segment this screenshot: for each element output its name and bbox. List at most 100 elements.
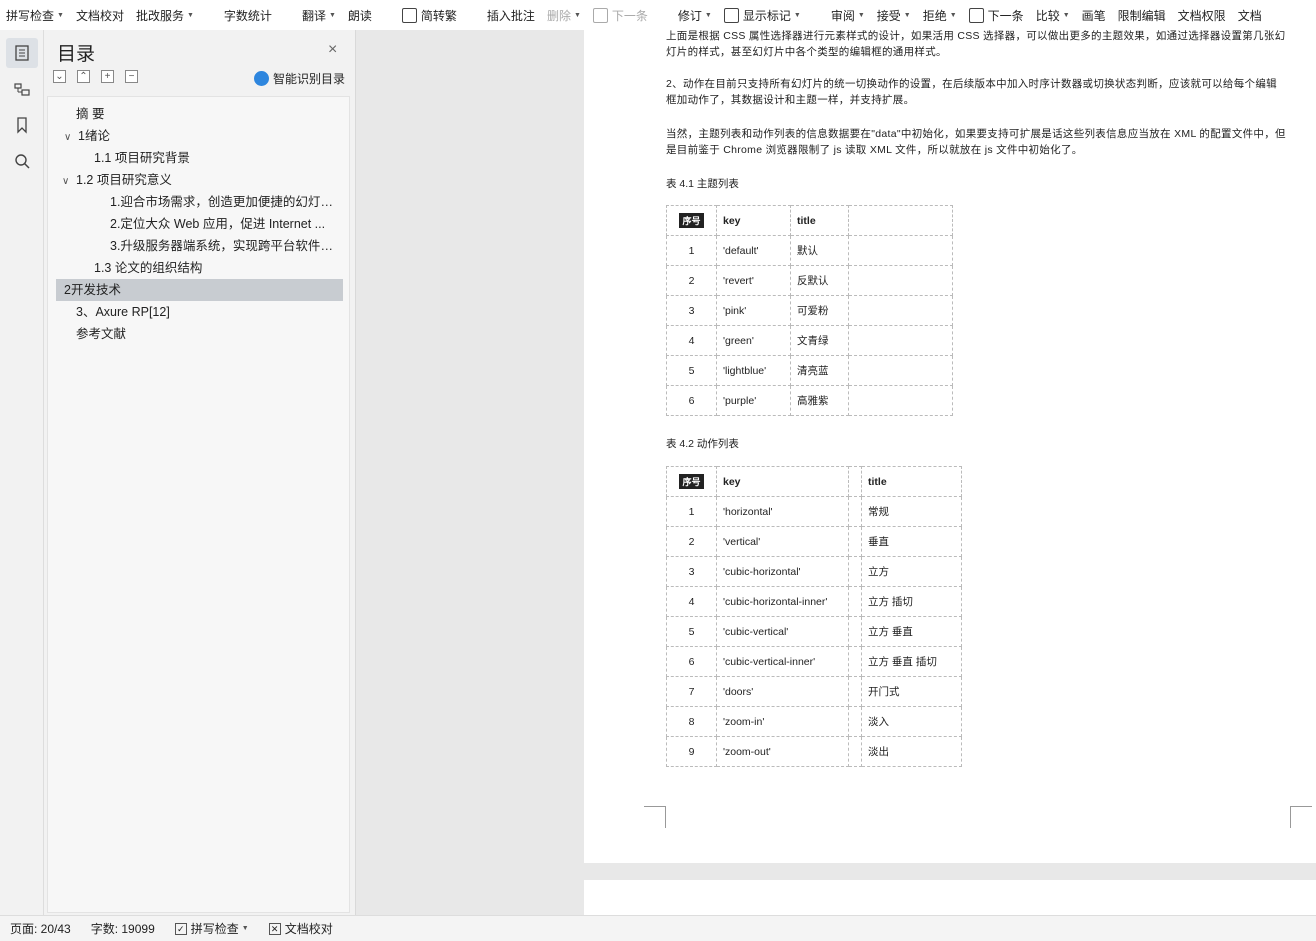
toolbar-button[interactable]: 拼写检查 ▼	[0, 2, 70, 28]
page-corner-mark	[644, 806, 666, 828]
toolbar-button-label: 审阅	[830, 8, 855, 23]
toolbar-button-label: 下一条	[611, 8, 648, 23]
toolbar-button[interactable]: 下一条	[587, 2, 654, 28]
toolbar-button[interactable]: 画笔	[1076, 2, 1112, 28]
toc-item-label: 1.迎合市场需求，创造更加便捷的幻灯片 ...	[110, 195, 343, 209]
toolbar-button[interactable]: 字数统计	[218, 2, 278, 28]
paragraph: 上面是根据 CSS 属性选择器进行元素样式的设计，如果活用 CSS 选择器，可以…	[666, 30, 1286, 58]
toolbar-button-label: 修订	[677, 8, 702, 23]
chapter-nav-button[interactable]	[6, 74, 38, 104]
toolbar-button-label: 下一条	[987, 8, 1024, 23]
toolbar-button[interactable]: 显示标记 ▼	[718, 2, 807, 28]
toolbar-button-label: 文档校对	[75, 8, 124, 23]
smart-toc-label: 智能识别目录	[273, 72, 346, 86]
toc-item[interactable]: 2开发技术	[56, 279, 343, 301]
table-cell: 5	[666, 355, 717, 386]
toc-controls: ⌄ ⌃ + −	[53, 70, 138, 83]
expand-all-button[interactable]: ⌃	[77, 70, 90, 83]
chevron-down-icon[interactable]: ∨	[62, 171, 76, 191]
toc-item[interactable]: 3.升级服务器端系统，实现跨平台软件版 ...	[56, 235, 343, 257]
toc-item[interactable]: 1.3 论文的组织结构	[56, 257, 343, 279]
toolbar-button[interactable]: 文档权限	[1172, 2, 1232, 28]
smart-toc-button[interactable]: 智能识别目录	[254, 70, 345, 87]
table-cell: title	[790, 205, 849, 236]
ai-icon	[254, 71, 269, 86]
toolbar-button[interactable]: 插入批注	[481, 2, 541, 28]
toc-item-label: 参考文献	[76, 327, 127, 341]
nav-rail	[0, 30, 44, 915]
table-cell: 高雅紫	[790, 385, 849, 416]
remove-heading-button[interactable]: −	[125, 70, 138, 83]
table-cell: 'green'	[716, 325, 791, 356]
toc-item-label: 3、Axure RP[12]	[76, 305, 170, 319]
toolbar-button[interactable]: 审阅 ▼	[825, 2, 871, 28]
bookmark-button[interactable]	[6, 110, 38, 140]
word-count[interactable]: 字数: 19099	[81, 920, 165, 937]
toc-panel-button[interactable]	[6, 38, 38, 68]
table-row: 3'pink' 可爱粉	[666, 295, 953, 326]
toc-item[interactable]: 2.定位大众 Web 应用，促进 Internet ...	[56, 213, 343, 235]
table-cell: 2	[666, 526, 717, 557]
chevron-down-icon: ▼	[857, 11, 865, 19]
toc-item[interactable]: 参考文献	[56, 323, 343, 345]
table-cell: key	[716, 466, 849, 497]
table-cell: 'revert'	[716, 265, 791, 296]
toc-item[interactable]: 1.迎合市场需求，创造更加便捷的幻灯片 ...	[56, 191, 343, 213]
toolbar-icon	[401, 7, 417, 23]
proofread-status[interactable]: ✕ 文档校对	[259, 920, 343, 937]
toc-item[interactable]: 1.1 项目研究背景	[56, 147, 343, 169]
toolbar-button-label: 画笔	[1081, 8, 1106, 23]
table-cell	[848, 526, 862, 557]
paragraph: 2、动作在目前只支持所有幻灯片的统一切换动作的设置，在后续版本中加入时序计数器或…	[666, 78, 1277, 106]
toolbar-button[interactable]: 批改服务 ▼	[130, 2, 200, 28]
table-cell: 'cubic-vertical-inner'	[716, 646, 849, 677]
table-cell: 'cubic-horizontal'	[716, 556, 849, 587]
next-page[interactable]	[584, 880, 1316, 915]
search-button[interactable]	[6, 146, 38, 176]
add-heading-button[interactable]: +	[101, 70, 114, 83]
toc-item-label: 2开发技术	[64, 283, 121, 297]
toc-item-label: 摘 要	[76, 107, 105, 121]
toolbar-button[interactable]: 删除 ▼	[541, 2, 587, 28]
toolbar-button[interactable]: 文档	[1232, 2, 1268, 28]
toc-item[interactable]: ∨ 1.2 项目研究意义	[56, 169, 343, 191]
index-header-badge: 序号	[679, 474, 704, 489]
document-page[interactable]: 上面是根据 CSS 属性选择器进行元素样式的设计，如果活用 CSS 选择器，可以…	[584, 30, 1316, 863]
collapse-all-button[interactable]: ⌄	[53, 70, 66, 83]
spell-check-status[interactable]: ✓ 拼写检查 ▼	[165, 920, 259, 937]
toolbar-button[interactable]: 接受 ▼	[871, 2, 917, 28]
toolbar-button[interactable]: 修订 ▼	[672, 2, 718, 28]
chevron-down-icon: ▼	[704, 11, 712, 19]
toolbar-button[interactable]: 朗读	[342, 2, 378, 28]
toolbar-icon	[968, 7, 984, 23]
table-cell	[848, 265, 953, 296]
toc-item[interactable]: 3、Axure RP[12]	[56, 301, 343, 323]
toolbar-button[interactable]: 比较 ▼	[1030, 2, 1076, 28]
table-cell: 'default'	[716, 235, 791, 266]
toolbar-button[interactable]: 拒绝 ▼	[917, 2, 963, 28]
toolbar-button[interactable]: 文档校对	[70, 2, 130, 28]
table-cell	[848, 496, 862, 527]
toolbar-button[interactable]: 简转繁	[396, 2, 463, 28]
chevron-down-icon[interactable]: ∨	[64, 127, 78, 147]
table-row: 5'lightblue' 清亮蓝	[666, 355, 953, 386]
table-row: 1'horizontal' 常规	[666, 496, 962, 527]
toolbar-button[interactable]: 翻译 ▼	[296, 2, 342, 28]
toolbar-button-label: 限制编辑	[1117, 8, 1166, 23]
toc-item[interactable]: 摘 要	[56, 103, 343, 125]
table-cell: 立方 垂直	[861, 616, 962, 647]
table-cell: 6	[666, 385, 717, 416]
table-cell: 'pink'	[716, 295, 791, 326]
table-row: 4'green' 文青绿	[666, 325, 953, 356]
table-cell: 'vertical'	[716, 526, 849, 557]
toolbar-button-label: 简转繁	[420, 8, 457, 23]
table-cell: 3	[666, 556, 717, 587]
table-cell: 'zoom-in'	[716, 706, 849, 737]
page-indicator[interactable]: 页面: 20/43	[0, 920, 81, 937]
toc-item[interactable]: ∨ 1绪论	[56, 125, 343, 147]
toolbar-button[interactable]: 限制编辑	[1112, 2, 1172, 28]
toolbar-button[interactable]: 下一条	[963, 2, 1030, 28]
chevron-down-icon: ▼	[903, 11, 911, 19]
paragraph: 当然，主题列表和动作列表的信息数据要在"data"中初始化，如果要支持可扩展是话…	[666, 128, 1286, 156]
close-icon[interactable]: ×	[328, 41, 337, 59]
